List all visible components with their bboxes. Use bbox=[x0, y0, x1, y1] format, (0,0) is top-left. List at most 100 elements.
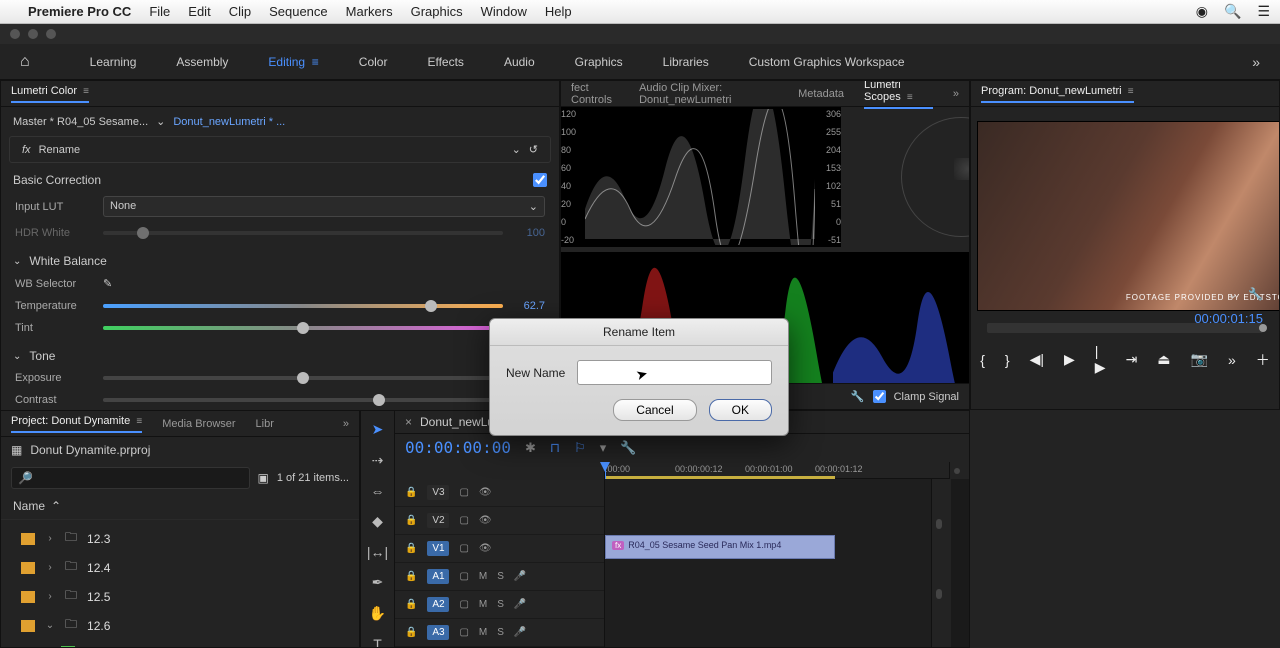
collapse-icon[interactable]: ⌄ bbox=[13, 256, 21, 267]
menu-graphics[interactable]: Graphics bbox=[411, 4, 463, 19]
marker-icon[interactable]: ⚐ bbox=[574, 440, 586, 456]
basic-correction-header[interactable]: Basic Correction bbox=[13, 173, 101, 187]
ws-color[interactable]: Color bbox=[359, 55, 388, 69]
lock-icon[interactable]: 🔒 bbox=[405, 571, 417, 582]
track-header-v1[interactable]: 🔒 V1 ▢ 👁 bbox=[395, 535, 604, 563]
tab-program[interactable]: Program: Donut_newLumetri ≡ bbox=[981, 85, 1134, 103]
sync-lock-icon[interactable]: ▢ bbox=[459, 487, 468, 498]
insert-icon[interactable]: ▾ bbox=[600, 440, 607, 456]
home-icon[interactable]: ⌂ bbox=[20, 53, 30, 71]
collapse-icon[interactable]: ⌄ bbox=[13, 351, 21, 362]
mute-button[interactable]: M bbox=[479, 627, 487, 638]
sync-lock-icon[interactable]: ▢ bbox=[459, 599, 468, 610]
mark-in-icon[interactable]: { bbox=[980, 352, 985, 368]
lock-icon[interactable]: 🔒 bbox=[405, 515, 417, 526]
workspace-overflow-icon[interactable]: » bbox=[1252, 54, 1260, 70]
ripple-edit-tool-icon[interactable]: ⇔ bbox=[371, 483, 385, 499]
lock-icon[interactable]: 🔒 bbox=[405, 487, 417, 498]
menu-help[interactable]: Help bbox=[545, 4, 572, 19]
reset-icon[interactable]: ↺ bbox=[529, 143, 538, 156]
lumetri-master-source[interactable]: Master * R04_05 Sesame... bbox=[13, 116, 148, 128]
exposure-slider[interactable] bbox=[103, 376, 503, 380]
track-tag[interactable]: A1 bbox=[427, 569, 449, 584]
creative-cloud-icon[interactable]: ◉ bbox=[1196, 3, 1208, 20]
sync-lock-icon[interactable]: ▢ bbox=[459, 515, 468, 526]
new-name-input[interactable] bbox=[577, 360, 772, 385]
tab-lumetri-color[interactable]: Lumetri Color ≡ bbox=[11, 85, 89, 103]
type-tool-icon[interactable]: T bbox=[373, 636, 382, 648]
scrollbar-thumb[interactable] bbox=[936, 589, 942, 599]
menu-clip[interactable]: Clip bbox=[229, 4, 251, 19]
mark-out-icon[interactable]: } bbox=[1005, 352, 1010, 368]
lumetri-effect-row[interactable]: fx Rename ⌄ ↺ bbox=[9, 136, 551, 163]
razor-tool-icon[interactable]: ◆ bbox=[372, 513, 383, 530]
extract-icon[interactable]: ⏏ bbox=[1157, 351, 1170, 368]
timeline-ruler[interactable]: :00:00 00:00:00:12 00:00:01:00 00:00:01:… bbox=[605, 462, 949, 479]
track-tag[interactable]: A3 bbox=[427, 625, 449, 640]
chevron-down-icon[interactable]: ⌄ bbox=[1228, 287, 1238, 301]
timeline-track-area[interactable]: fxR04_05 Sesame Seed Pan Mix 1.mp4 bbox=[605, 479, 931, 647]
slip-tool-icon[interactable]: |↔| bbox=[367, 544, 388, 560]
contrast-slider[interactable] bbox=[103, 398, 503, 402]
panel-menu-icon[interactable]: ≡ bbox=[907, 92, 913, 103]
pen-tool-icon[interactable]: ✒ bbox=[372, 574, 384, 591]
sync-lock-icon[interactable]: ▢ bbox=[459, 627, 468, 638]
ws-effects[interactable]: Effects bbox=[427, 55, 463, 69]
program-viewer[interactable]: Footage Provided By EDITSTOCK bbox=[977, 121, 1280, 311]
ws-assembly[interactable]: Assembly bbox=[176, 55, 228, 69]
sort-icon[interactable]: ⌃ bbox=[51, 499, 61, 513]
panel-menu-icon[interactable]: ≡ bbox=[136, 416, 142, 427]
track-tag[interactable]: V2 bbox=[427, 513, 449, 528]
disclose-icon[interactable]: › bbox=[45, 533, 55, 544]
bin-icon[interactable]: ▣ bbox=[258, 471, 269, 485]
sequence-row[interactable]: ⧉Donut_newLumetri bbox=[1, 640, 359, 648]
menu-file[interactable]: File bbox=[149, 4, 170, 19]
app-name[interactable]: Premiere Pro CC bbox=[28, 4, 131, 19]
disclose-icon[interactable]: › bbox=[45, 591, 55, 602]
sync-lock-icon[interactable]: ▢ bbox=[459, 571, 468, 582]
ws-learning[interactable]: Learning bbox=[90, 55, 137, 69]
track-select-tool-icon[interactable]: ⇢ bbox=[372, 452, 384, 469]
tab-effect-controls[interactable]: fect Controls bbox=[571, 82, 619, 106]
track-header-a3[interactable]: 🔒A3▢MS🎤 bbox=[395, 619, 604, 647]
sync-lock-icon[interactable]: ▢ bbox=[459, 543, 468, 554]
disclose-icon[interactable]: › bbox=[45, 562, 55, 573]
menu-markers[interactable]: Markers bbox=[346, 4, 393, 19]
voice-over-icon[interactable]: 🎤 bbox=[514, 571, 526, 582]
eye-icon[interactable]: 👁 bbox=[479, 487, 492, 498]
spotlight-icon[interactable]: 🔍 bbox=[1224, 3, 1241, 20]
column-header-name[interactable]: Name ⌃ bbox=[1, 493, 359, 520]
overflow-icon[interactable]: » bbox=[1228, 352, 1236, 368]
wrench-icon[interactable]: 🔧 bbox=[851, 390, 865, 403]
chevron-down-icon[interactable]: ⌄ bbox=[156, 115, 165, 128]
eye-icon[interactable]: 👁 bbox=[479, 543, 492, 554]
lift-icon[interactable]: ⇥ bbox=[1126, 351, 1138, 368]
tone-header[interactable]: Tone bbox=[29, 349, 55, 363]
lock-icon[interactable]: 🔒 bbox=[405, 543, 417, 554]
close-tab-icon[interactable]: × bbox=[405, 415, 412, 429]
ws-libraries[interactable]: Libraries bbox=[663, 55, 709, 69]
ws-graphics[interactable]: Graphics bbox=[575, 55, 623, 69]
ws-audio[interactable]: Audio bbox=[504, 55, 535, 69]
close-window-icon[interactable] bbox=[10, 29, 20, 39]
cancel-button[interactable]: Cancel bbox=[613, 399, 696, 421]
linked-selection-icon[interactable]: ⊓ bbox=[550, 440, 560, 456]
program-scrubber[interactable] bbox=[987, 323, 1263, 333]
bin-row[interactable]: ›🗀12.4 bbox=[1, 553, 359, 582]
temperature-slider[interactable] bbox=[103, 304, 503, 308]
track-tag[interactable]: V3 bbox=[427, 485, 449, 500]
disclose-icon[interactable]: ⌄ bbox=[45, 620, 55, 631]
lock-icon[interactable]: 🔒 bbox=[405, 599, 417, 610]
tab-libraries[interactable]: Libr bbox=[256, 418, 274, 430]
temperature-value[interactable]: 62.7 bbox=[511, 300, 545, 312]
tab-metadata[interactable]: Metadata bbox=[798, 88, 844, 100]
timeline-timecode[interactable]: 00:00:00:00 bbox=[405, 438, 511, 457]
tab-lumetri-scopes[interactable]: Lumetri Scopes ≡ bbox=[864, 80, 933, 109]
voice-over-icon[interactable]: 🎤 bbox=[514, 599, 526, 610]
panel-menu-icon[interactable]: ≡ bbox=[1128, 86, 1134, 97]
mute-button[interactable]: M bbox=[479, 571, 487, 582]
track-tag[interactable]: V1 bbox=[427, 541, 449, 556]
track-header-a2[interactable]: 🔒A2▢MS🎤 bbox=[395, 591, 604, 619]
ws-editing[interactable]: Editing ≡ bbox=[268, 55, 318, 69]
tabs-overflow-icon[interactable]: » bbox=[953, 88, 959, 100]
